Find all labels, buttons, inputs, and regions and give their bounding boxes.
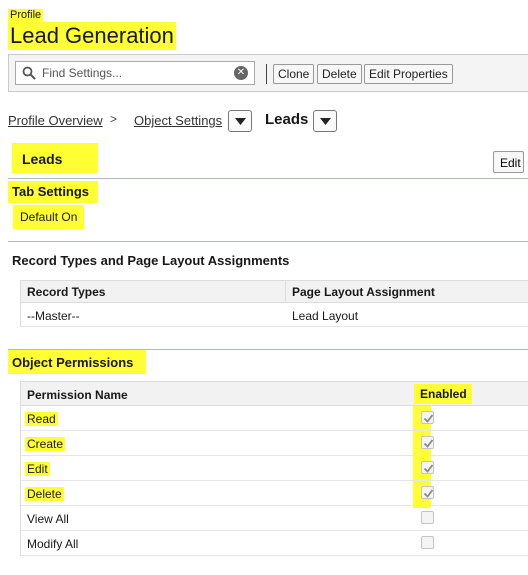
- object-permissions-table: Permission Name Enabled Read Create Edit…: [20, 381, 528, 556]
- breadcrumb-separator: >: [110, 112, 118, 126]
- permission-name: View All: [27, 512, 69, 526]
- breadcrumb-object-settings[interactable]: Object Settings: [134, 113, 222, 128]
- delete-button[interactable]: Delete: [317, 64, 362, 84]
- leads-section-title: Leads: [12, 143, 98, 173]
- permission-name: Read: [25, 412, 58, 426]
- table-row: Edit: [21, 456, 528, 481]
- permission-name: Delete: [25, 487, 64, 501]
- column-divider: [285, 281, 286, 302]
- search-icon: [22, 66, 36, 80]
- edit-properties-button[interactable]: Edit Properties: [364, 64, 453, 84]
- table-row: Delete: [21, 481, 528, 506]
- permission-enabled-checkbox[interactable]: [421, 461, 434, 474]
- search-box[interactable]: ✕: [15, 61, 255, 85]
- column-header-record-types: Record Types: [27, 285, 106, 299]
- table-header-row: Record Types Page Layout Assignment: [21, 281, 528, 303]
- permission-enabled-checkbox[interactable]: [421, 436, 434, 449]
- check-icon: [423, 414, 434, 423]
- clone-button[interactable]: Clone: [273, 64, 315, 84]
- permission-enabled-checkbox[interactable]: [421, 411, 434, 424]
- section-divider: [8, 178, 528, 179]
- object-settings-dropdown-button[interactable]: [228, 110, 252, 132]
- column-header-page-layout: Page Layout Assignment: [292, 285, 435, 299]
- permission-name: Create: [25, 437, 66, 451]
- section-divider: [8, 241, 528, 242]
- record-type-cell: --Master--: [27, 309, 80, 323]
- check-icon: [423, 439, 434, 448]
- check-icon: [423, 489, 434, 498]
- leads-dropdown-button[interactable]: [313, 110, 337, 132]
- table-row: View All: [21, 506, 528, 531]
- edit-button[interactable]: Edit: [493, 151, 524, 173]
- search-input[interactable]: [40, 64, 230, 82]
- chevron-down-icon: [320, 118, 331, 125]
- breadcrumb-current: Leads: [265, 111, 309, 128]
- tab-settings-value: Default On: [13, 205, 84, 229]
- chevron-down-icon: [235, 118, 246, 125]
- toolbar: ✕ Clone Delete Edit Properties: [8, 54, 528, 92]
- permission-enabled-checkbox[interactable]: [421, 511, 434, 524]
- table-row: Read: [21, 406, 528, 431]
- clear-icon[interactable]: ✕: [234, 66, 248, 80]
- permission-name: Edit: [25, 462, 50, 476]
- permission-name: Modify All: [27, 537, 79, 551]
- page-layout-cell: Lead Layout: [292, 309, 359, 323]
- column-header-enabled: Enabled: [414, 384, 472, 404]
- toolbar-divider: [266, 64, 267, 84]
- column-header-permission-name: Permission Name: [27, 388, 128, 402]
- table-row: Modify All: [21, 531, 528, 556]
- check-icon: [423, 464, 434, 473]
- permission-enabled-checkbox[interactable]: [421, 486, 434, 499]
- page-title: Lead Generation: [8, 22, 176, 50]
- object-permissions-title: Object Permissions: [8, 350, 146, 374]
- table-row: --Master-- Lead Layout: [21, 303, 528, 327]
- profile-label: Profile: [8, 9, 44, 21]
- breadcrumb-profile-overview[interactable]: Profile Overview: [8, 113, 103, 128]
- tab-settings-title: Tab Settings: [8, 181, 98, 203]
- record-types-table: Record Types Page Layout Assignment --Ma…: [20, 280, 528, 327]
- permission-enabled-checkbox[interactable]: [421, 536, 434, 549]
- table-row: Create: [21, 431, 528, 456]
- table-header-row: Permission Name Enabled: [21, 382, 528, 406]
- record-types-title: Record Types and Page Layout Assignments: [12, 253, 290, 268]
